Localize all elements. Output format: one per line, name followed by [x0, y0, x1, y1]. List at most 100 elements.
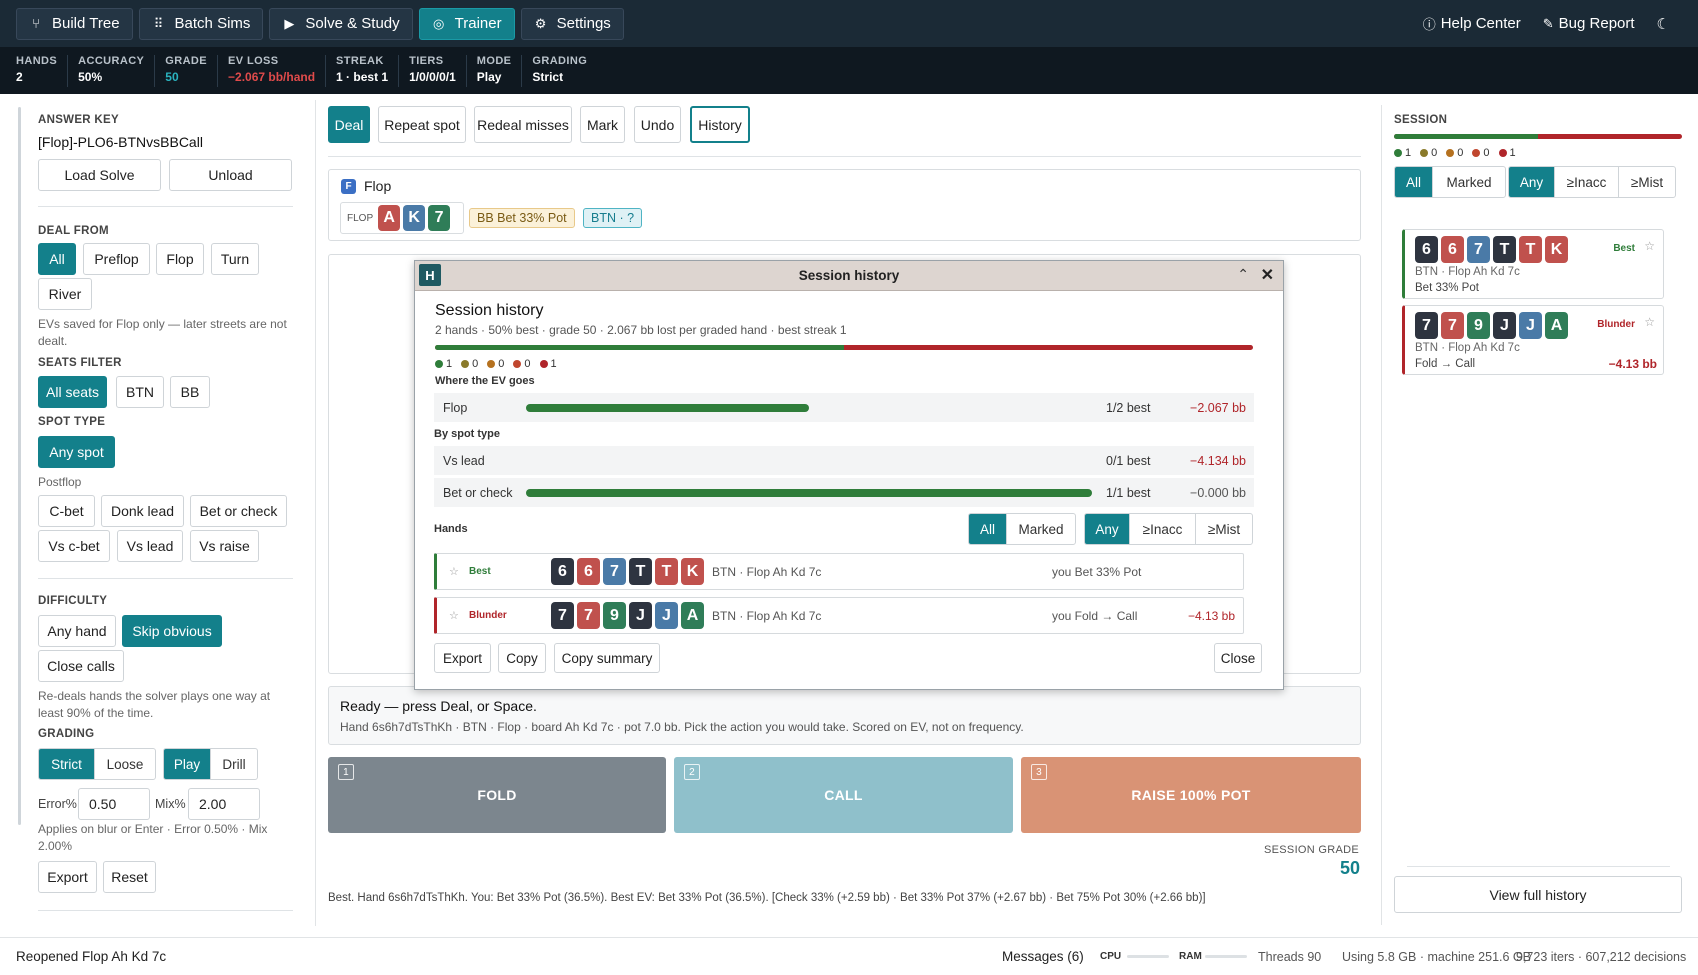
deal-from-turn[interactable]: Turn	[211, 243, 259, 275]
mode-drill[interactable]: Drill	[211, 749, 257, 779]
deal-from-flop[interactable]: Flop	[156, 243, 204, 275]
collapse-icon[interactable]: ⌃	[1237, 266, 1249, 283]
grading-strict[interactable]: Strict	[39, 749, 95, 779]
filter-all[interactable]: All	[1395, 167, 1433, 197]
difficulty-any-hand[interactable]: Any hand	[38, 615, 116, 647]
result-line: Best. Hand 6s6h7dTsThKh. You: Bet 33% Po…	[328, 892, 1206, 904]
fold-button[interactable]: 1 FOLD	[328, 757, 666, 833]
history-card[interactable]: 667TTK Best ☆ BTN · Flop Ah Kd 7c Bet 33…	[1402, 229, 1664, 299]
hole-card: T	[1493, 236, 1516, 263]
spot-vs-raise[interactable]: Vs raise	[190, 530, 259, 562]
dialog-hand-row[interactable]: ☆ Best 667TTK BTN · Flop Ah Kd 7c you Be…	[434, 553, 1244, 590]
cpu-meter	[1127, 955, 1169, 958]
nav-build-tree[interactable]: ⑂ Build Tree	[16, 7, 133, 40]
view-full-history-button[interactable]: View full history	[1394, 876, 1682, 913]
deal-from-all[interactable]: All	[38, 243, 76, 275]
filter-mist[interactable]: ≥Mist	[1196, 514, 1252, 544]
history-button[interactable]: History	[690, 106, 750, 143]
mode-play[interactable]: Play	[164, 749, 211, 779]
dialog-copy-button[interactable]: Copy	[498, 643, 546, 673]
reset-button[interactable]: Reset	[103, 861, 156, 893]
seats-bb[interactable]: BB	[170, 376, 210, 408]
star-icon[interactable]: ☆	[449, 565, 459, 578]
session-label: SESSION	[1394, 114, 1448, 126]
street-badge: F	[341, 179, 356, 194]
filter-any[interactable]: Any	[1085, 514, 1130, 544]
spot-row-vs-lead: Vs lead 0/1 best −4.134 bb	[434, 446, 1254, 475]
theme-toggle[interactable]: ☾	[1657, 15, 1670, 33]
dialog-hand-row[interactable]: ☆ Blunder 779JJA BTN · Flop Ah Kd 7c you…	[434, 597, 1244, 634]
mark-button[interactable]: Mark	[580, 106, 625, 143]
tier-count: 0	[1446, 147, 1463, 159]
hole-card: A	[681, 602, 704, 629]
spot-vs-lead[interactable]: Vs lead	[117, 530, 183, 562]
tier-dot-icon	[1420, 149, 1429, 157]
street-card: F Flop FLOP A K 7 BB Bet 33% Pot BTN · ?	[328, 169, 1361, 241]
deal-from-preflop[interactable]: Preflop	[83, 243, 150, 275]
bug-report-link[interactable]: ✎ Bug Report	[1543, 15, 1635, 32]
star-icon[interactable]: ☆	[449, 609, 459, 622]
raise-button[interactable]: 3 RAISE 100% POT	[1021, 757, 1361, 833]
dialog-titlebar[interactable]: H Session history ⌃ ✕	[415, 261, 1283, 291]
grid-icon: ⠿	[153, 15, 164, 31]
spot-bet-or-check[interactable]: Bet or check	[190, 495, 287, 527]
filter-inacc[interactable]: ≥Inacc	[1130, 514, 1196, 544]
difficulty-skip-obvious[interactable]: Skip obvious	[122, 615, 222, 647]
stat-grade: GRADE 50	[165, 55, 219, 87]
tier-label: Best	[1613, 243, 1635, 254]
star-icon[interactable]: ☆	[1644, 315, 1655, 329]
spot-donk-lead[interactable]: Donk lead	[101, 495, 184, 527]
help-icon: ⓘ	[1422, 17, 1436, 32]
seats-all[interactable]: All seats	[38, 376, 107, 408]
dialog-copy-summary-button[interactable]: Copy summary	[554, 643, 660, 673]
deal-from-river[interactable]: River	[38, 278, 92, 310]
dialog-close-button[interactable]: Close	[1214, 643, 1262, 673]
unload-button[interactable]: Unload	[169, 159, 292, 191]
nav-settings[interactable]: ⚙ Settings	[520, 7, 624, 40]
left-scrollbar[interactable]	[18, 107, 21, 825]
tier-dots: 10001	[435, 356, 566, 371]
filter-inacc[interactable]: ≥Inacc	[1555, 167, 1619, 197]
help-center-link[interactable]: ⓘ Help Center	[1423, 14, 1521, 33]
dialog-export-button[interactable]: Export	[434, 643, 491, 673]
filter-marked[interactable]: Marked	[1007, 514, 1075, 544]
hand-action: Bet 33% Pot	[1415, 282, 1479, 294]
spot-cbet[interactable]: C-bet	[38, 495, 95, 527]
repeat-spot-button[interactable]: Repeat spot	[378, 106, 466, 143]
messages-link[interactable]: Messages (6)	[1002, 949, 1084, 964]
hole-card: K	[681, 558, 704, 585]
spot-vs-cbet[interactable]: Vs c-bet	[38, 530, 110, 562]
error-label: Error%	[38, 797, 77, 811]
nav-solve-study[interactable]: ▶ Solve & Study	[269, 7, 413, 40]
nav-trainer[interactable]: ◎ Trainer	[418, 7, 515, 40]
hand-cards: 667TTK	[551, 558, 704, 585]
load-solve-button[interactable]: Load Solve	[38, 159, 161, 191]
difficulty-close-calls[interactable]: Close calls	[38, 650, 124, 682]
close-icon[interactable]: ✕	[1261, 265, 1274, 285]
error-input[interactable]: 0.50	[78, 788, 150, 820]
tier-label: Blunder	[1597, 319, 1635, 330]
deal-button[interactable]: Deal	[328, 106, 370, 143]
filter-any[interactable]: Any	[1509, 167, 1555, 197]
call-button[interactable]: 2 CALL	[674, 757, 1013, 833]
hole-card: 9	[603, 602, 626, 629]
star-icon[interactable]: ☆	[1644, 239, 1655, 253]
tier-dot-icon	[435, 360, 443, 368]
filter-all[interactable]: All	[969, 514, 1007, 544]
footer-status: Reopened Flop Ah Kd 7c	[16, 949, 167, 964]
nav-batch-sims[interactable]: ⠿ Batch Sims	[138, 7, 264, 40]
mix-input[interactable]: 2.00	[188, 788, 260, 820]
redeal-misses-button[interactable]: Redeal misses	[474, 106, 572, 143]
undo-button[interactable]: Undo	[634, 106, 681, 143]
any-spot-button[interactable]: Any spot	[38, 436, 115, 468]
filter-marked[interactable]: Marked	[1433, 167, 1505, 197]
hand-cards: 667TTK	[1415, 236, 1568, 263]
seats-btn[interactable]: BTN	[116, 376, 164, 408]
filter-mist[interactable]: ≥Mist	[1619, 167, 1675, 197]
session-tier-bar-best	[1394, 134, 1538, 139]
apply-note: Applies on blur or Enter · Error 0.50% ·…	[38, 822, 268, 853]
export-settings-button[interactable]: Export	[38, 861, 97, 893]
grading-loose[interactable]: Loose	[95, 749, 155, 779]
hole-card: 7	[603, 558, 626, 585]
history-card[interactable]: 779JJA Blunder ☆ BTN · Flop Ah Kd 7c Fol…	[1402, 305, 1664, 375]
